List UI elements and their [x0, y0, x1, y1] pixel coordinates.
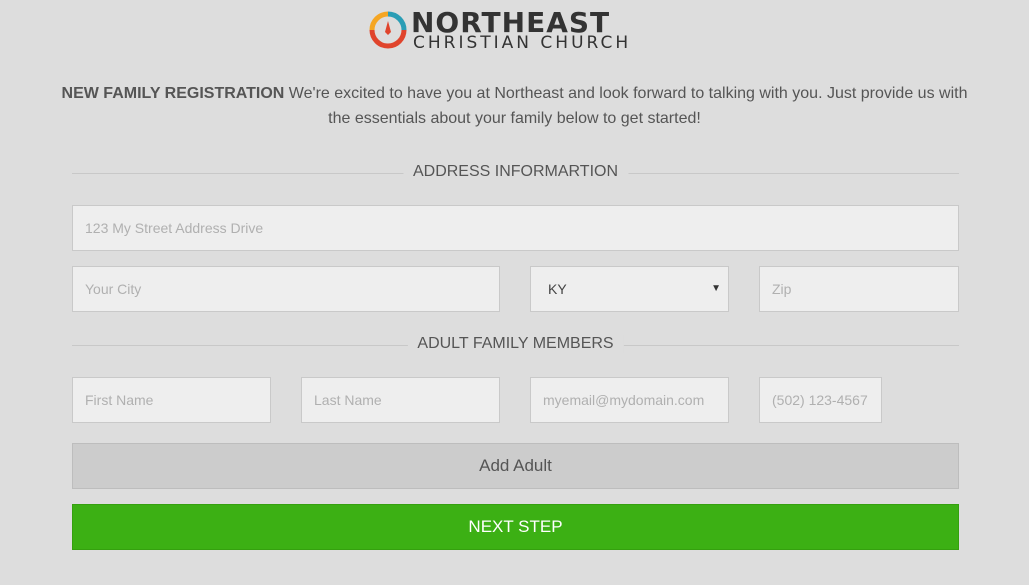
intro-text: NEW FAMILY REGISTRATION We're excited to…: [60, 81, 969, 131]
intro-body: We're excited to have you at Northeast a…: [284, 85, 968, 127]
address-section-divider: ADDRESS INFORMARTION: [72, 161, 959, 185]
intro-heading: NEW FAMILY REGISTRATION: [61, 85, 285, 102]
next-step-button[interactable]: NEXT STEP: [72, 504, 959, 550]
dropdown-arrow-icon: ▼: [711, 283, 721, 294]
adults-section-divider: ADULT FAMILY MEMBERS: [72, 333, 959, 357]
zip-input[interactable]: Zip: [759, 266, 959, 312]
logo-subtitle: CHRISTIAN CHURCH: [413, 33, 632, 53]
last-name-input[interactable]: Last Name: [301, 377, 500, 423]
state-select-value: KY: [548, 281, 567, 297]
address-section-title: ADDRESS INFORMARTION: [402, 163, 629, 181]
phone-input[interactable]: (502) 123-4567: [759, 377, 882, 423]
city-input[interactable]: Your City: [72, 266, 500, 312]
first-name-input[interactable]: First Name: [72, 377, 271, 423]
add-adult-button[interactable]: Add Adult: [72, 443, 959, 489]
email-input[interactable]: myemail@mydomain.com: [530, 377, 729, 423]
church-logo: NORTHEAST CHRISTIAN CHURCH: [369, 6, 669, 54]
compass-logo-icon: [369, 11, 407, 49]
street-address-input[interactable]: 123 My Street Address Drive: [72, 205, 959, 251]
adults-section-title: ADULT FAMILY MEMBERS: [407, 335, 624, 353]
state-select[interactable]: KY ▼: [530, 266, 729, 312]
